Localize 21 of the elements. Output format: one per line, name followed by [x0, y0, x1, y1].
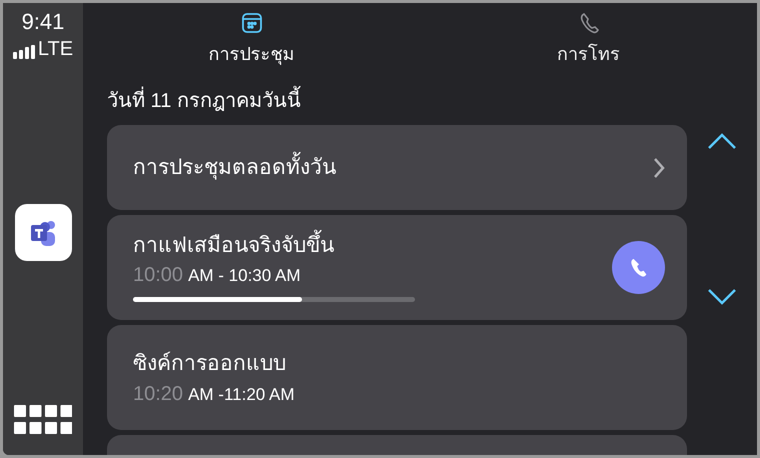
event-card[interactable]: การประชุมตลอดทั้งวัน [107, 125, 687, 210]
network-label: LTE [38, 39, 74, 59]
start-time: 10:20 [133, 384, 184, 404]
calendar-icon [240, 11, 264, 35]
tab[interactable]: การประชุม [83, 3, 420, 83]
event-title: ซิงค์การออกแบบ [133, 351, 286, 378]
scroll-up-icon[interactable] [708, 133, 736, 149]
clock: 9:41 [22, 11, 64, 33]
time-range: AM -11:20 AM [188, 386, 295, 403]
time-range: AM - 10:30 AM [188, 267, 300, 284]
event-card[interactable]: กาแฟเสมือนจริงจับขึ้น 10:00 AM - 10:30 AM [107, 215, 687, 320]
event-card[interactable]: ซิงค์การออกแบบ 10:20 AM -11:20 AM [107, 325, 687, 430]
tab[interactable]: การโทร [420, 3, 757, 83]
date-heading: วันที่ 11 กรกฎาคมวันนี้ [107, 85, 301, 117]
chevron-right-icon [653, 156, 665, 178]
app-icon[interactable] [14, 204, 72, 260]
event-title: การประชุมตลอดทั้งวัน [133, 152, 653, 184]
signal-icon [12, 45, 35, 59]
scroll-down-icon[interactable] [708, 289, 736, 305]
app-grid-icon[interactable] [14, 405, 72, 435]
start-time: 10:00 [133, 265, 184, 286]
